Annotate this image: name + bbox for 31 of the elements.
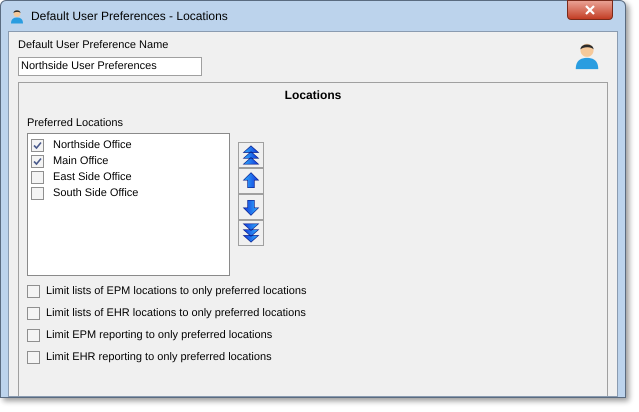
checkbox[interactable]	[27, 307, 40, 320]
checkbox[interactable]	[31, 138, 44, 152]
checkbox[interactable]	[27, 285, 40, 298]
window-title: Default User Preferences - Locations	[31, 8, 228, 25]
checkbox[interactable]	[27, 329, 40, 342]
location-item[interactable]: Northside Office	[53, 136, 132, 154]
option-label: Limit lists of EHR locations to only preferred locations	[46, 306, 306, 322]
move-button[interactable]	[238, 142, 264, 168]
close-icon	[585, 5, 595, 15]
name-field[interactable]: Northside User Preferences	[18, 56, 202, 76]
option-label: Limit lists of EPM locations to only preferred locations	[46, 284, 306, 300]
option-label: Limit EPM reporting to only preferred locations	[46, 328, 272, 344]
list-label: Preferred Locations	[27, 116, 124, 130]
close-button[interactable]	[567, 0, 613, 20]
checkbox[interactable]	[31, 154, 44, 168]
double-down-arrow-icon	[241, 222, 261, 242]
location-item[interactable]: South Side Office	[53, 184, 138, 202]
double-up-arrow-icon	[241, 144, 261, 164]
location-item[interactable]: Main Office	[53, 152, 108, 170]
up-arrow-icon	[241, 170, 261, 190]
move-button[interactable]	[238, 220, 264, 246]
checkbox[interactable]	[31, 186, 44, 200]
move-button[interactable]	[238, 194, 264, 220]
checkbox[interactable]	[27, 351, 40, 364]
panel-title: Locations	[284, 86, 342, 104]
field-label: Default User Preference Name	[18, 38, 170, 53]
checkbox[interactable]	[31, 170, 44, 184]
user-icon	[9, 8, 25, 24]
location-item[interactable]: East Side Office	[53, 168, 132, 186]
option-label: Limit EHR reporting to only preferred locations	[46, 350, 272, 366]
move-button[interactable]	[238, 168, 264, 194]
